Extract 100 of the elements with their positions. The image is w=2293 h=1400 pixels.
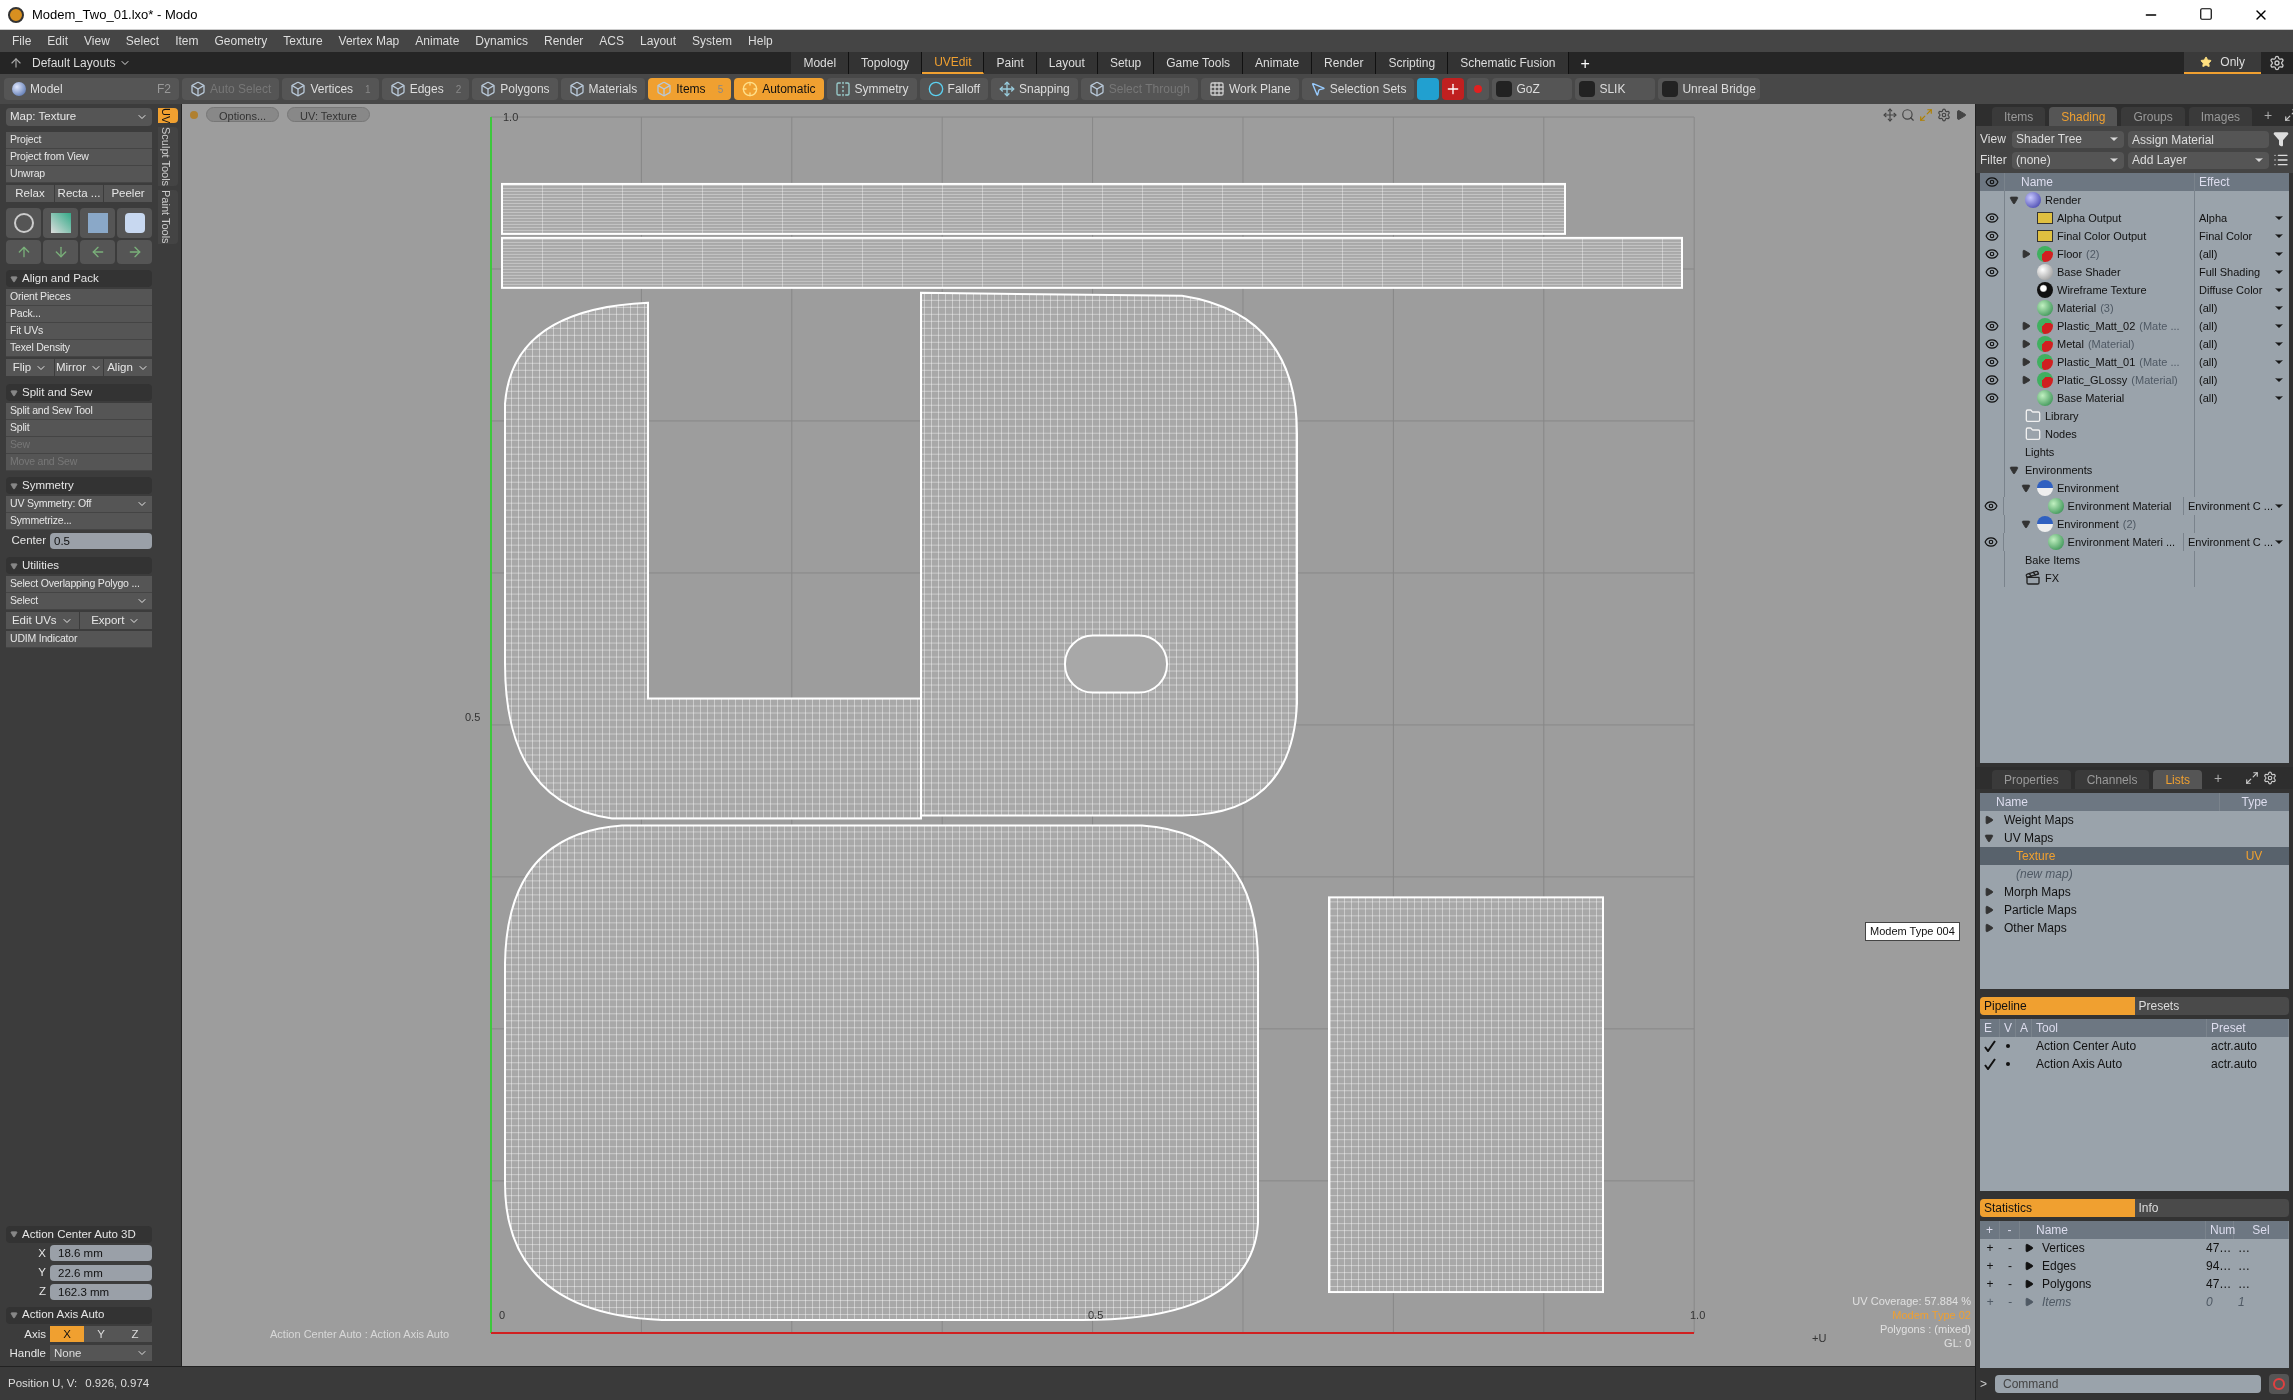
menu-item[interactable]: Layout xyxy=(632,32,685,50)
arrow-button-icon[interactable] xyxy=(80,240,115,264)
tool-button[interactable]: Symmetrize... xyxy=(6,513,152,530)
collapsed-arrow-icon[interactable] xyxy=(1984,923,1996,933)
map-dropdown[interactable]: Map: Texture xyxy=(6,108,152,126)
toolbar-button[interactable]: Materials xyxy=(560,78,646,100)
center-input[interactable]: 0.5 xyxy=(50,532,152,549)
tool-button[interactable]: Select Overlapping Polygo ... xyxy=(6,576,152,594)
menu-item[interactable]: Texture xyxy=(275,32,331,50)
menu-item[interactable]: Item xyxy=(167,32,207,50)
tree-item-label[interactable]: Environment Material xyxy=(2067,497,2172,515)
layout-tab[interactable]: Layout xyxy=(1036,52,1098,74)
maximize-icon[interactable] xyxy=(2199,6,2213,21)
layout-tab[interactable]: Setup xyxy=(1097,52,1155,74)
expanded-arrow-icon[interactable] xyxy=(2021,483,2033,493)
tree-item-label[interactable]: Floor xyxy=(2057,245,2083,263)
tree-item-label[interactable]: Plastic_Matt_02 xyxy=(2057,317,2136,335)
tree-item-label[interactable]: FX xyxy=(2045,569,2060,587)
list-options-icon[interactable] xyxy=(2273,152,2289,168)
visibility-eye-icon[interactable] xyxy=(1985,355,1999,369)
add-layer-dropdown[interactable]: Add Layer xyxy=(2128,151,2269,169)
column-header[interactable]: Sel xyxy=(2234,1221,2289,1239)
filter-dropdown[interactable]: (none) xyxy=(2012,151,2124,169)
coordinate-input[interactable]: 22.6 mm xyxy=(50,1264,152,1281)
handle-dropdown[interactable]: None xyxy=(50,1345,152,1362)
effect-value[interactable]: Environment C ... xyxy=(2188,497,2273,515)
axis-toggle[interactable]: X xyxy=(50,1326,84,1343)
column-header[interactable]: V xyxy=(2000,1019,2016,1037)
tool-button[interactable]: Split and Sew Tool xyxy=(6,403,152,420)
plus-tool-icon[interactable] xyxy=(1442,78,1465,100)
tool-button[interactable]: Split xyxy=(6,420,152,437)
section-header[interactable]: Align and Pack xyxy=(6,270,152,287)
effect-value[interactable]: (all) xyxy=(2199,245,2218,263)
menu-item[interactable]: ACS xyxy=(591,32,633,50)
effect-value[interactable]: (all) xyxy=(2199,317,2218,335)
axis-toggle[interactable]: Y xyxy=(84,1326,118,1343)
effect-value[interactable]: (all) xyxy=(2199,353,2218,371)
side-tab[interactable]: Sculpt Tools xyxy=(158,127,178,187)
menu-item[interactable]: Vertex Map xyxy=(330,32,408,50)
panel-tab[interactable]: Pipeline xyxy=(1980,997,2135,1015)
tree-item-label[interactable]: Environment Materi ... xyxy=(2067,533,2176,551)
visibility-eye-icon[interactable] xyxy=(1985,337,1999,351)
mode-dropdown[interactable]: Model F2 xyxy=(4,78,179,100)
layout-tab[interactable]: Schematic Fusion xyxy=(1448,52,1569,74)
add-tab-button[interactable]: + xyxy=(2206,768,2231,789)
toolbar-button[interactable]: Work Plane xyxy=(1200,78,1299,100)
tree-item-label[interactable]: Wireframe Texture xyxy=(2057,281,2147,299)
map-group-label[interactable]: UV Maps xyxy=(2004,829,2054,847)
add-tab-button[interactable]: + xyxy=(2256,105,2281,126)
effect-value[interactable]: Full Shading xyxy=(2199,263,2261,281)
add-button[interactable]: + xyxy=(1980,1275,2000,1293)
panel-tab[interactable]: Items xyxy=(1992,107,2046,126)
plugin-button[interactable]: Unreal Bridge xyxy=(1658,78,1760,100)
layout-tab[interactable]: Game Tools xyxy=(1154,52,1244,74)
map-group-label[interactable]: Morph Maps xyxy=(2004,883,2071,901)
side-tab[interactable]: UV xyxy=(158,108,178,124)
menu-item[interactable]: Geometry xyxy=(206,32,276,50)
menu-item[interactable]: Help xyxy=(740,32,781,50)
layout-tab[interactable]: Topology xyxy=(849,52,923,74)
tool-button[interactable]: Peeler xyxy=(104,185,152,202)
map-group-label[interactable]: Particle Maps xyxy=(2004,901,2077,919)
arrow-button-icon[interactable] xyxy=(6,240,41,264)
tree-item-label[interactable]: Library xyxy=(2045,407,2079,425)
only-toggle[interactable]: Only xyxy=(2184,52,2261,74)
coordinate-input[interactable]: 18.6 mm xyxy=(50,1245,152,1262)
map-group-label[interactable]: Other Maps xyxy=(2004,919,2067,937)
section-header[interactable]: Split and Sew xyxy=(6,384,152,401)
menu-item[interactable]: File xyxy=(4,32,40,50)
tool-button[interactable]: Project xyxy=(6,132,152,149)
layout-tab[interactable]: Animate xyxy=(1243,52,1313,74)
expand-arrow-icon[interactable] xyxy=(1955,108,1967,122)
dropdown-button[interactable]: Select xyxy=(6,593,152,611)
menu-item[interactable]: View xyxy=(76,32,118,50)
visibility-eye-icon[interactable] xyxy=(1984,499,1999,513)
dot-tool-icon[interactable] xyxy=(1467,78,1490,100)
expanded-arrow-icon[interactable] xyxy=(2021,519,2033,529)
toolbar-button[interactable]: Automatic xyxy=(734,78,824,100)
search-icon[interactable] xyxy=(1901,108,1915,122)
panel-tab[interactable]: Channels xyxy=(2074,770,2150,789)
layout-tab[interactable]: Model xyxy=(791,52,850,74)
menu-item[interactable]: Animate xyxy=(407,32,468,50)
tree-item-label[interactable]: Environment xyxy=(2057,479,2119,497)
plugin-button[interactable]: GoZ xyxy=(1492,78,1573,100)
menu-item[interactable]: Render xyxy=(536,32,592,50)
collapsed-arrow-icon[interactable] xyxy=(1984,887,1996,897)
tool-button[interactable]: UDIM Indicator xyxy=(6,631,152,649)
collapsed-arrow-icon[interactable] xyxy=(1984,905,1996,915)
add-layout-button[interactable]: + xyxy=(1568,52,1602,74)
tree-item-label[interactable]: Environments xyxy=(2025,461,2093,479)
toolbar-button[interactable]: Items 5 xyxy=(648,78,732,100)
section-header[interactable]: Utilities xyxy=(6,557,152,575)
section-header[interactable]: Symmetry xyxy=(6,477,152,494)
layout-tab[interactable]: UVEdit xyxy=(922,52,985,74)
effect-value[interactable]: Alpha xyxy=(2199,209,2228,227)
collapsed-arrow-icon[interactable] xyxy=(2021,375,2033,385)
menu-item[interactable]: System xyxy=(684,32,741,50)
visibility-eye-icon[interactable] xyxy=(1985,211,1999,225)
tree-item-label[interactable]: Final Color Output xyxy=(2057,227,2147,245)
tool-button[interactable]: Fit UVs xyxy=(6,323,152,340)
tree-item-label[interactable]: Lights xyxy=(2025,443,2055,461)
